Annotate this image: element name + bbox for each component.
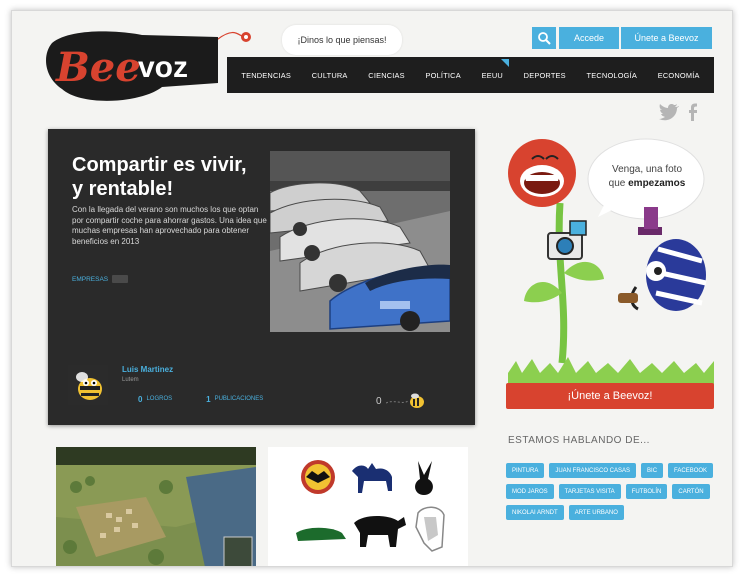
nav-item-deportes[interactable]: DEPORTES bbox=[524, 69, 566, 82]
featured-article[interactable]: Compartir es vivir, y rentable! Con la l… bbox=[48, 129, 475, 425]
feature-category[interactable]: EMPRESAS bbox=[72, 275, 129, 283]
nav-item-cultura[interactable]: CULTURA bbox=[312, 69, 348, 82]
join-button[interactable]: Únete a Beevoz bbox=[621, 27, 712, 49]
tag-arte-urbano[interactable]: ARTE URBANO bbox=[568, 505, 624, 520]
author-subtitle: Lutem bbox=[122, 377, 139, 383]
twitter-icon[interactable] bbox=[658, 103, 680, 121]
author-stats: 0 LOGROS 1 PUBLICACIONES bbox=[122, 391, 302, 407]
mascot-speech-line2-bold: empezamos bbox=[628, 178, 686, 189]
tag-nikolai-arndt[interactable]: NIKOLAI ARNDT bbox=[506, 505, 564, 520]
nav-item-tecnologia[interactable]: TECNOLOGÍA bbox=[587, 69, 637, 82]
article-thumbnail-strategy-game[interactable] bbox=[56, 447, 256, 566]
mascot-speech-line1: Venga, una foto bbox=[611, 164, 683, 175]
publications-count: 1 bbox=[206, 394, 211, 404]
publications-label: PUBLICACIONES bbox=[214, 396, 264, 402]
join-beevoz-button[interactable]: ¡Únete a Beevoz! bbox=[506, 383, 714, 409]
login-button[interactable]: Accede bbox=[559, 27, 619, 49]
feature-title[interactable]: Compartir es vivir, y rentable! bbox=[72, 153, 262, 201]
article-thumbnail-brand-logos[interactable] bbox=[268, 447, 468, 566]
likes-counter[interactable]: 0 bbox=[376, 393, 426, 409]
achievements-stat[interactable]: 0 LOGROS bbox=[138, 395, 172, 404]
nav-item-tendencias[interactable]: TENDENCIAS bbox=[241, 69, 291, 82]
mascot-speech-text: Venga, una foto que empezamos bbox=[595, 163, 699, 191]
social-links bbox=[658, 103, 698, 121]
tag-pintura[interactable]: PINTURA bbox=[506, 463, 545, 478]
likes-count: 0 bbox=[376, 395, 382, 407]
nav-item-eeuu[interactable]: EEUU bbox=[482, 58, 510, 82]
category-pill bbox=[112, 275, 129, 283]
nav-item-economia[interactable]: ECONOMÍA bbox=[658, 69, 700, 82]
page-frame: ¡Dinos lo que piensas! Accede Únete a Be… bbox=[11, 10, 733, 567]
tag-mod-jaros[interactable]: MOD JAROS bbox=[506, 484, 554, 499]
feature-photo-parked-cars[interactable] bbox=[270, 151, 450, 332]
feature-description: Con la llegada del verano son muchos los… bbox=[72, 205, 267, 246]
site-logo[interactable]: Bee voz bbox=[42, 25, 224, 115]
trending-tags: PINTURA JUAN FRANCISCO CASAS BIC FACEBOO… bbox=[506, 463, 716, 520]
mascot-speech-line2-prefix: que bbox=[608, 178, 629, 189]
publications-stat[interactable]: 1 PUBLICACIONES bbox=[206, 395, 263, 404]
tag-tarjetas-visita[interactable]: TARJETAS VISITA bbox=[558, 484, 621, 499]
tag-carton[interactable]: CARTÓN bbox=[672, 484, 710, 499]
achievements-label: LOGROS bbox=[146, 396, 173, 402]
svg-text:Bee: Bee bbox=[55, 44, 141, 91]
trending-title: ESTAMOS HABLANDO DE... bbox=[508, 435, 650, 446]
author-name[interactable]: Luis Martinez bbox=[122, 365, 173, 374]
facebook-icon[interactable] bbox=[688, 103, 698, 121]
tag-futbolin[interactable]: FUTBOLÍN bbox=[625, 484, 668, 499]
tag-juan-francisco-casas[interactable]: JUAN FRANCISCO CASAS bbox=[549, 463, 637, 478]
nav-item-politica[interactable]: POLÍTICA bbox=[426, 69, 461, 82]
author-avatar[interactable] bbox=[68, 365, 108, 405]
main-nav: TENDENCIAS CULTURA CIENCIAS POLÍTICA EEU… bbox=[227, 57, 714, 93]
speech-bubble[interactable]: ¡Dinos lo que piensas! bbox=[282, 25, 402, 55]
search-button[interactable] bbox=[532, 27, 556, 49]
tag-bic[interactable]: BIC bbox=[641, 463, 664, 478]
mascot-speech-line2: que empezamos bbox=[595, 177, 699, 191]
tag-facebook[interactable]: FACEBOOK bbox=[668, 463, 714, 478]
bee-like-icon bbox=[385, 393, 424, 408]
svg-text:voz: voz bbox=[138, 51, 188, 84]
achievements-count: 0 bbox=[138, 394, 143, 404]
nav-item-ciencias[interactable]: CIENCIAS bbox=[368, 69, 405, 82]
feature-category-label[interactable]: EMPRESAS bbox=[72, 276, 108, 283]
search-icon bbox=[538, 32, 551, 45]
